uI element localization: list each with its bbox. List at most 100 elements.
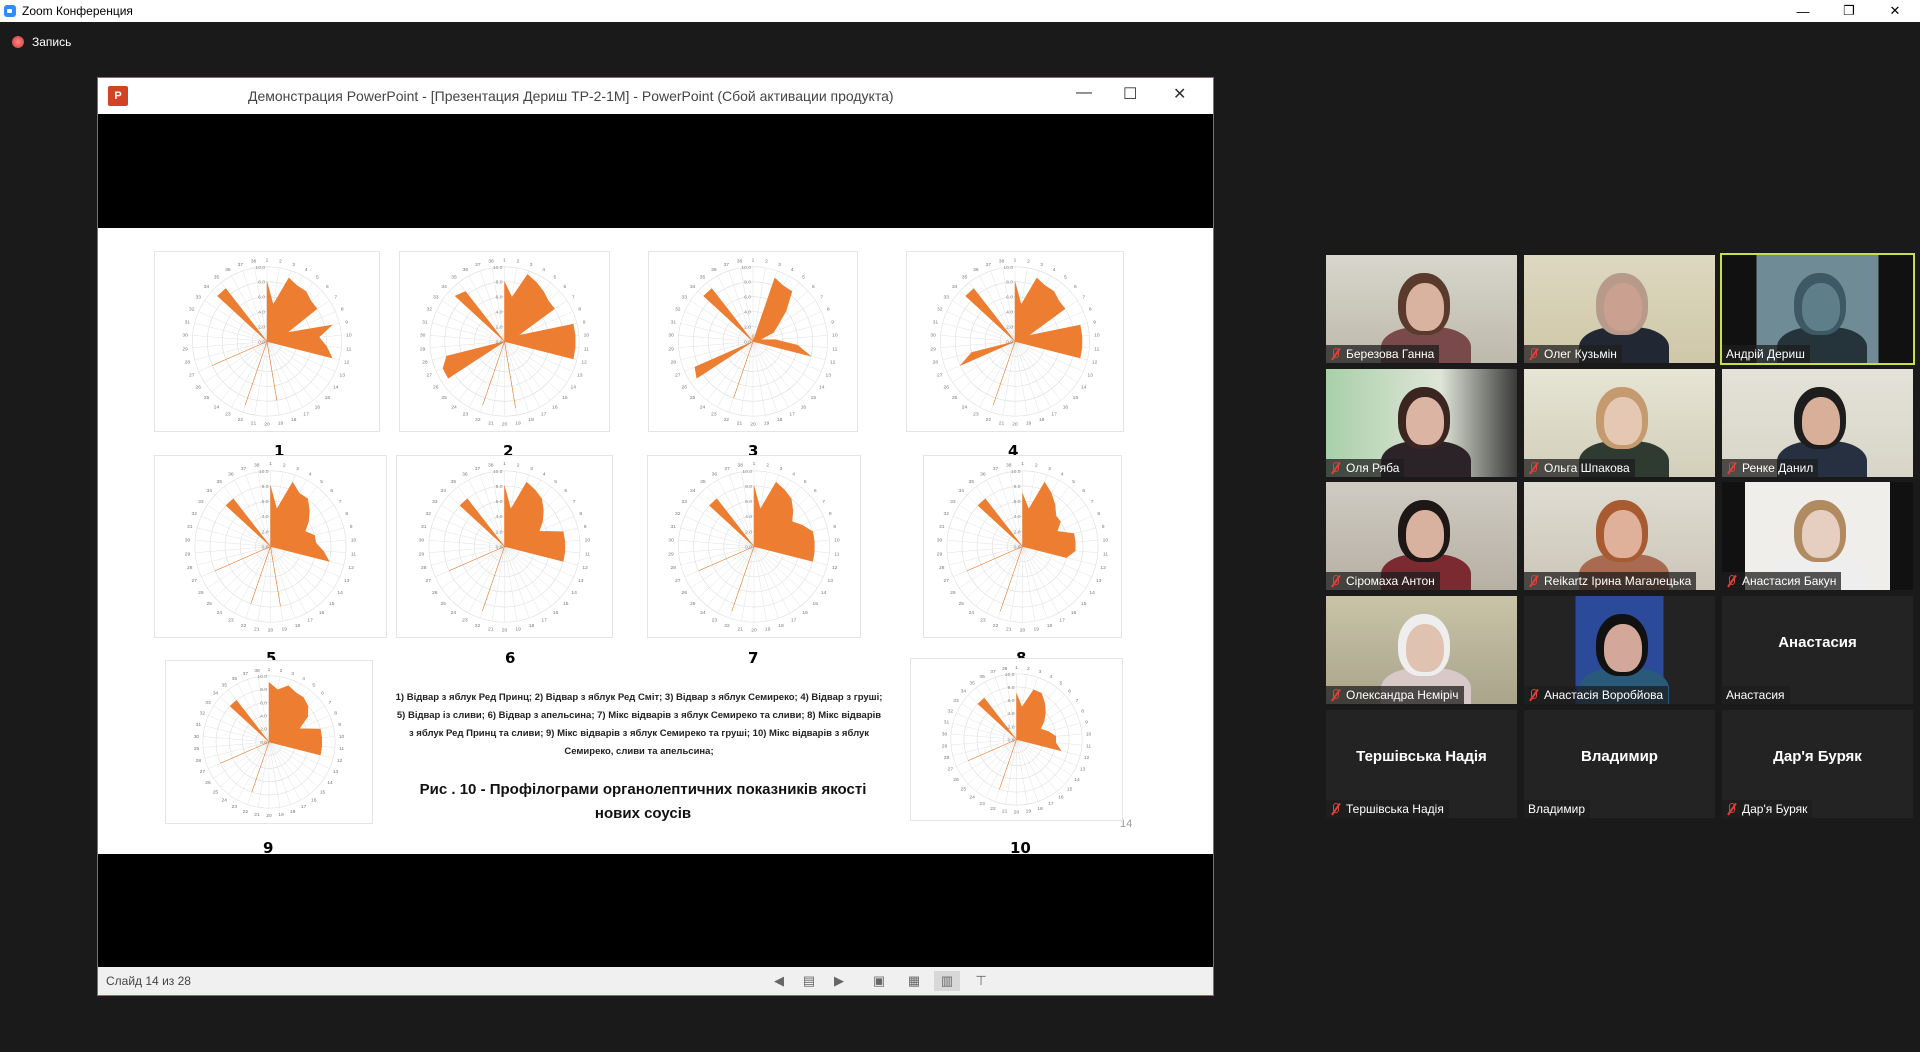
participant-tile[interactable]: Березова Ганна [1326, 255, 1517, 363]
axis-label: 35 [214, 275, 220, 281]
axis-label: 11 [339, 746, 344, 752]
axis-label: 37 [993, 466, 999, 472]
axis-label: 25 [441, 601, 447, 607]
participant-name: Ренке Данил [1742, 461, 1814, 475]
participant-display-name: Дар'я Буряк [1773, 748, 1862, 765]
participant-tile[interactable]: Анастасія Воробйова [1524, 596, 1715, 704]
axis-label: 16 [1071, 610, 1077, 616]
participant-tile[interactable]: Оля Ряба [1326, 369, 1517, 477]
radial-axis [194, 341, 268, 361]
axis-label: 13 [1080, 766, 1086, 772]
axis-label: 33 [195, 295, 201, 301]
axis-label: 16 [1058, 794, 1064, 800]
tick-label: 10.0 [493, 265, 503, 271]
axis-label: 7 [573, 499, 576, 505]
axis-label: 16 [1063, 404, 1069, 410]
axis-label: 33 [198, 499, 204, 505]
restore-button[interactable]: ❐ [1826, 0, 1872, 22]
axis-label: 4 [302, 676, 305, 682]
tick-label: 6.0 [262, 499, 269, 505]
axis-label: 19 [278, 812, 284, 818]
axis-label: 18 [1047, 623, 1053, 629]
axis-label: 30 [668, 333, 674, 339]
reading-view-icon[interactable]: ▥ [934, 971, 960, 991]
participant-tile[interactable]: Ренке Данил [1722, 369, 1913, 477]
previous-slide-icon[interactable]: ◀ [766, 971, 792, 991]
participant-name-bar: Владимир [1524, 800, 1591, 818]
axis-label: 18 [529, 623, 535, 629]
participant-name: Березова Ганна [1346, 347, 1435, 361]
next-slide-icon[interactable]: ▶ [826, 971, 852, 991]
axis-label: 30 [942, 732, 948, 738]
axis-label: 35 [222, 683, 228, 689]
muted-mic-icon [1528, 575, 1539, 587]
axis-label: 31 [671, 524, 677, 530]
ppt-maximize-button[interactable]: ☐ [1123, 84, 1137, 104]
participant-tile[interactable]: Олександра Нєміріч [1326, 596, 1517, 704]
participant-tile[interactable]: Дар'я Буряк Дар'я Буряк [1722, 710, 1913, 818]
axis-label: 17 [1051, 412, 1057, 418]
participant-tile[interactable]: Олег Кузьмін [1524, 255, 1715, 363]
recording-indicator[interactable]: Запись [12, 35, 71, 49]
normal-view-icon[interactable]: ▣ [866, 971, 892, 991]
axis-label: 31 [187, 524, 193, 530]
axis-label: 14 [571, 384, 577, 390]
axis-label: 7 [329, 700, 332, 706]
slideshow-icon[interactable]: ⊤ [968, 971, 994, 991]
participant-tile[interactable]: Reikartz Ірина Магалецька [1524, 482, 1715, 590]
participant-tile[interactable]: Андрій Дериш [1720, 253, 1915, 365]
participant-tile[interactable]: Тершівська Надія Тершівська Надія [1326, 710, 1517, 818]
ppt-status-bar: Слайд 14 из 28 ◀ ▤ ▶ ▣ ▦ ▥ ⊤ [98, 967, 1213, 995]
axis-label: 16 [552, 404, 558, 410]
radial-axis [752, 341, 778, 413]
radial-axis [211, 341, 268, 393]
axis-label: 27 [937, 372, 943, 378]
axis-label: 14 [821, 590, 827, 596]
tick-label: 0.0 [260, 740, 267, 746]
axis-label: 34 [213, 691, 219, 697]
axis-label: 21 [999, 420, 1005, 426]
radial-axis [429, 540, 505, 547]
axis-label: 30 [930, 333, 936, 339]
axis-label: 25 [204, 395, 210, 401]
axis-label: 1 [266, 257, 269, 263]
slide-list-icon[interactable]: ▤ [796, 971, 822, 991]
slide-sorter-icon[interactable]: ▦ [901, 971, 927, 991]
muted-mic-icon [1726, 462, 1737, 474]
ppt-minimize-button[interactable]: — [1076, 84, 1092, 102]
radial-axis [707, 546, 755, 607]
axis-label: 6 [326, 284, 329, 290]
axis-label: 24 [451, 610, 457, 616]
axis-label: 2 [517, 258, 520, 264]
axis-label: 23 [980, 618, 986, 624]
axis-label: 15 [320, 789, 326, 795]
axis-label: 37 [238, 262, 244, 268]
axis-label: 37 [724, 466, 730, 472]
axis-label: 18 [778, 623, 784, 629]
participant-tile[interactable]: Ольга Шпакова [1524, 369, 1715, 477]
axis-label: 33 [432, 499, 438, 505]
axis-label: 8 [1089, 306, 1092, 312]
axis-label: 28 [187, 565, 193, 571]
axis-label: 19 [1026, 420, 1032, 426]
participant-name-bar: Анастасия [1722, 686, 1790, 704]
axis-label: 8 [578, 306, 581, 312]
participant-tile[interactable]: Анастасия Бакун [1722, 482, 1913, 590]
axis-label: 2 [1027, 258, 1030, 264]
tick-label: 6.0 [1006, 295, 1013, 301]
axis-label: 11 [585, 551, 590, 557]
tick-label: 4.0 [496, 514, 503, 520]
participant-tile[interactable]: Владимир Владимир [1524, 710, 1715, 818]
axis-label: 4 [543, 471, 546, 477]
radar-chart-10: 1 2 3 4 5 6 7 8 9 10 11 12 13 14 15 16 17 18 19 20 21 22 23 24 2… [910, 658, 1123, 821]
axis-label: 28 [933, 360, 939, 366]
participant-name-bar: Андрій Дериш [1722, 345, 1810, 363]
axis-label: 5 [312, 683, 315, 689]
axis-label: 28 [185, 360, 191, 366]
minimize-button[interactable]: — [1780, 0, 1826, 22]
tick-label: 0.0 [262, 544, 269, 550]
close-button[interactable]: ✕ [1872, 0, 1918, 22]
participant-tile[interactable]: Сіромаха Антон [1326, 482, 1517, 590]
ppt-close-button[interactable]: ✕ [1173, 84, 1186, 104]
participant-tile[interactable]: Анастасия Анастасия [1722, 596, 1913, 704]
